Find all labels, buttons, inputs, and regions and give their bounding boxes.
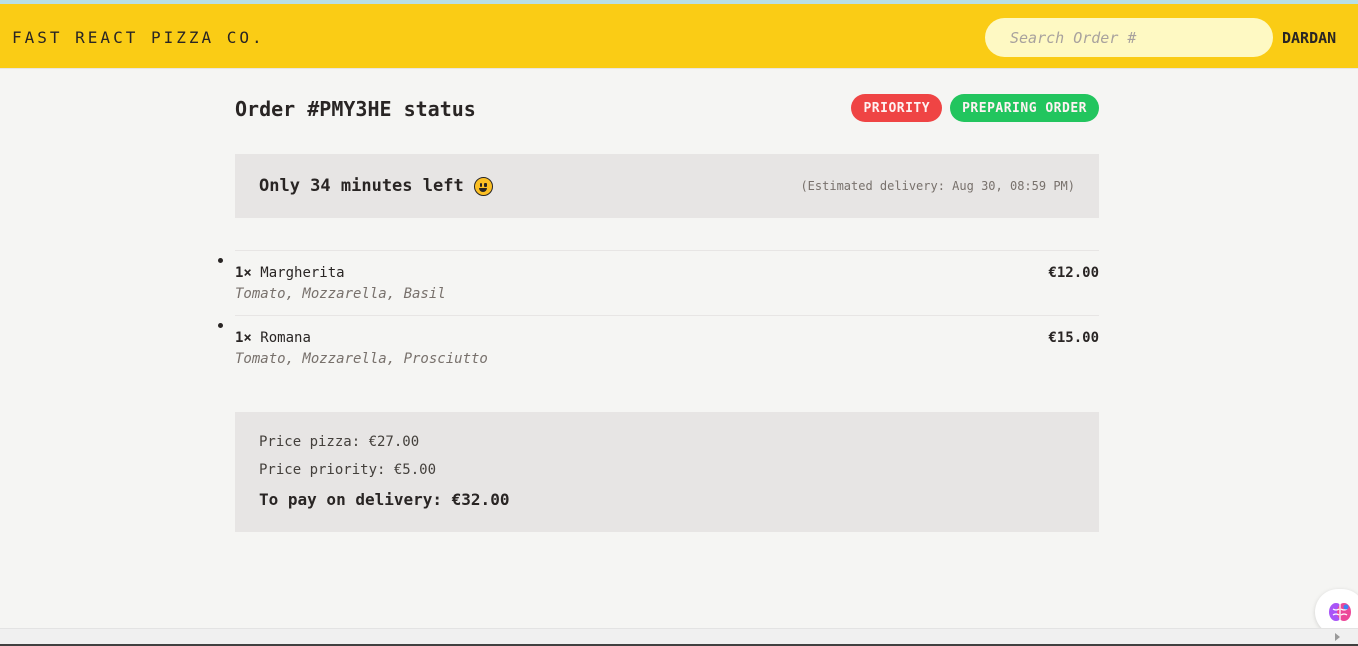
list-item: 1× Romana €15.00 Tomato, Mozzarella, Pro… [235, 316, 1099, 381]
item-ingredients: Tomato, Mozzarella, Prosciutto [235, 351, 488, 367]
status-badge: PREPARING ORDER [950, 94, 1099, 122]
price-priority: Price priority: €5.00 [259, 462, 437, 478]
smiley-emoji-icon [473, 176, 493, 196]
order-items-list: 1× Margherita €12.00 Tomato, Mozzarella,… [235, 250, 1099, 381]
order-badges: PRIORITY PREPARING ORDER [851, 94, 1099, 122]
estimated-delivery: (Estimated delivery: Aug 30, 08:59 PM) [800, 179, 1075, 193]
search-order-input[interactable] [985, 18, 1273, 57]
brain-icon [1329, 603, 1351, 621]
price-pizza: Price pizza: €27.00 [259, 434, 420, 450]
item-name: Margherita [260, 265, 345, 281]
item-line: 1× Romana [235, 330, 311, 346]
item-price: €12.00 [1048, 265, 1099, 281]
item-name: Romana [260, 330, 311, 346]
eta-box: Only 34 minutes left (Estimated delivery… [235, 154, 1099, 218]
item-line: 1× Margherita [235, 265, 345, 281]
order-title: Order #PMY3HE status [235, 97, 476, 121]
list-item: 1× Margherita €12.00 Tomato, Mozzarella,… [235, 251, 1099, 316]
item-qty: 1× [235, 330, 252, 346]
scroll-right-arrow-icon[interactable] [1335, 633, 1340, 641]
item-price: €15.00 [1048, 330, 1099, 346]
logo-link[interactable]: FAST REACT PIZZA CO. [12, 28, 265, 47]
username: DARDAN [1282, 29, 1337, 47]
eta-text: Only 34 minutes left [259, 176, 464, 196]
total-to-pay: To pay on delivery: €32.00 [259, 490, 510, 509]
price-summary: Price pizza: €27.00 Price priority: €5.0… [235, 412, 1099, 532]
item-qty: 1× [235, 265, 252, 281]
priority-badge: PRIORITY [851, 94, 943, 122]
eta-main: Only 34 minutes left [259, 176, 493, 196]
item-ingredients: Tomato, Mozzarella, Basil [235, 286, 446, 302]
app-header: FAST REACT PIZZA CO. DARDAN [0, 4, 1358, 69]
